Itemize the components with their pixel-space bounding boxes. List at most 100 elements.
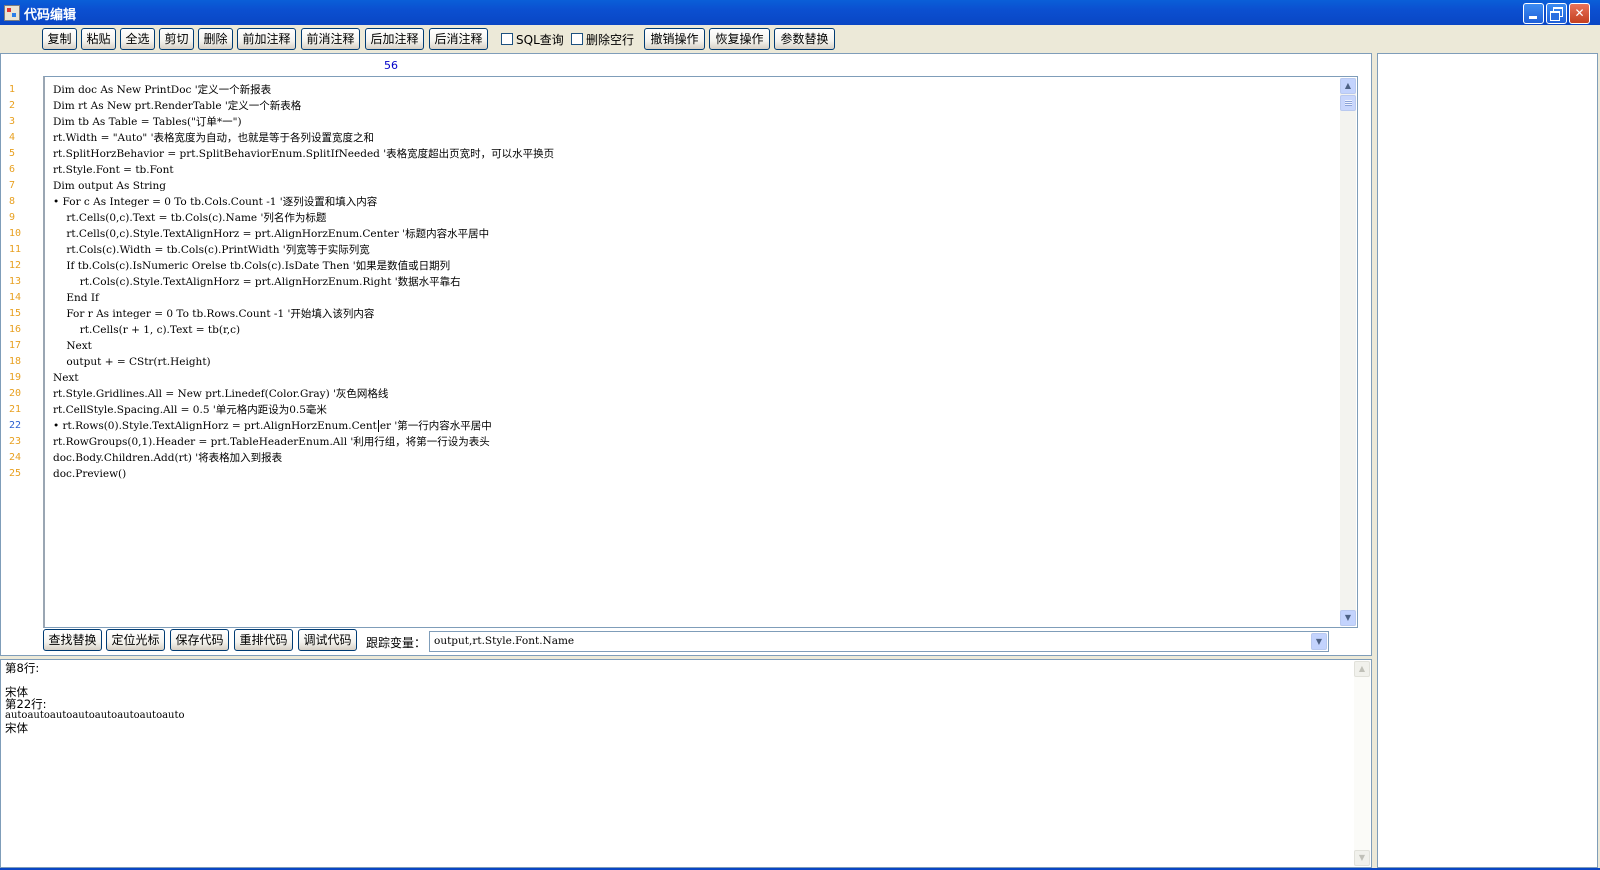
editor-bottom-bar: 查找替换 定位光标 保存代码 重排代码 调试代码 跟踪变量： output,rt… [1,627,1371,655]
track-variable-label: 跟踪变量： [366,636,427,650]
select-all-button[interactable]: 全选 [120,28,155,50]
line-number: 19 [9,372,22,383]
code-line[interactable]: Next [53,338,1303,354]
line-number: 18 [9,356,22,367]
code-line[interactable]: Next [53,370,1303,386]
line-number: 17 [9,340,22,351]
code-line[interactable]: rt.Cells(0,c).Text = tb.Cols(c).Name '列名… [53,210,1303,226]
code-line[interactable]: rt.Style.Font = tb.Font [53,162,1303,178]
scroll-down-icon[interactable]: ▼ [1354,850,1370,866]
output-text: 第8行: 宋体 第22行: autoautoautoautoautoautoau… [5,662,185,734]
scroll-up-icon[interactable]: ▲ [1354,661,1370,677]
code-line[interactable]: Dim doc As New PrintDoc '定义一个新报表 [53,82,1303,98]
scroll-up-icon[interactable]: ▲ [1340,78,1356,94]
delete-blank-lines-label: 删除空行 [586,33,635,47]
code-line[interactable]: • rt.Rows(0).Style.TextAlignHorz = prt.A… [53,418,1303,434]
save-code-button[interactable]: 保存代码 [170,629,229,651]
find-replace-button[interactable]: 查找替换 [43,629,102,651]
output-line: 第8行: [5,661,40,675]
line-number: 8 [9,196,16,207]
code-line[interactable]: rt.Width = "Auto" '表格宽度为自动，也就是等于各列设置宽度之和 [53,130,1303,146]
line-number: 13 [9,276,22,287]
output-line: autoautoautoautoautoautoautoauto [5,710,185,721]
chevron-down-icon[interactable]: ▼ [1311,633,1327,650]
delete-button[interactable]: 删除 [198,28,233,50]
code-line[interactable]: doc.Preview() [53,466,1303,482]
code-line[interactable]: rt.Cells(r + 1, c).Text = tb(r,c) [53,322,1303,338]
delete-blank-lines-checkbox[interactable] [571,33,583,45]
output-panel: 第8行: 宋体 第22行: autoautoautoautoautoautoau… [0,659,1372,868]
restore-button[interactable] [1546,3,1567,24]
line-number: 10 [9,228,22,239]
paste-button[interactable]: 粘贴 [81,28,116,50]
code-line[interactable]: rt.SplitHorzBehavior = prt.SplitBehavior… [53,146,1303,162]
code-line[interactable]: rt.Style.Gridlines.All = New prt.Linedef… [53,386,1303,402]
line-number: 21 [9,404,22,415]
code-line[interactable]: Dim rt As New prt.RenderTable '定义一个新表格 [53,98,1303,114]
code-line[interactable]: For r As integer = 0 To tb.Rows.Count -1… [53,306,1303,322]
parameter-replace-button[interactable]: 参数替换 [774,28,835,50]
line-number: 6 [9,164,16,175]
redo-button[interactable]: 恢复操作 [709,28,770,50]
code-text[interactable]: Dim doc As New PrintDoc '定义一个新报表 Dim rt A… [53,82,1303,482]
remove-append-comment-button[interactable]: 后消注释 [429,28,488,50]
editor-panel: 56 1 2 3 4 5 6 7 8 9 10 11 12 13 14 15 16 17 18 19 20 21 22 23… [0,53,1372,656]
app-icon [4,5,20,21]
text-caret [377,420,379,432]
copy-button[interactable]: 复制 [42,28,77,50]
track-variable-combobox[interactable]: output,rt.Style.Font.Name ▼ [429,631,1329,652]
title-bar: 代码编辑 ✕ [0,0,1600,25]
line-number: 2 [9,100,16,111]
line-number: 16 [9,324,22,335]
code-line-text: • rt.Rows(0).Style.TextAlignHorz = prt.A… [53,420,377,432]
line-number-gutter: 1 2 3 4 5 6 7 8 9 10 11 12 13 14 15 16 17 18 19 20 21 22 23 24 2… [9,82,39,482]
cursor-position-indicator: 56 [384,59,398,72]
code-line[interactable]: If tb.Cols(c).IsNumeric Orelse tb.Cols(c… [53,258,1303,274]
output-line: 宋体 [5,721,28,735]
sql-query-checkbox[interactable] [501,33,513,45]
code-line[interactable]: doc.Body.Children.Add(rt) '将表格加入到报表 [53,450,1303,466]
line-number: 23 [9,436,22,447]
line-number: 11 [9,244,22,255]
line-number: 24 [9,452,22,463]
editor-vertical-scrollbar[interactable]: ▲ ▼ [1340,78,1356,626]
code-line[interactable]: End If [53,290,1303,306]
code-line[interactable]: Dim tb As Table = Tables("订单*一") [53,114,1303,130]
code-line-text: er '第一行内容水平居中 [379,420,492,432]
code-line[interactable]: rt.RowGroups(0,1).Header = prt.TableHead… [53,434,1303,450]
code-line[interactable]: Dim output As String [53,178,1303,194]
close-button[interactable]: ✕ [1569,3,1590,24]
scroll-down-icon[interactable]: ▼ [1340,610,1356,626]
track-variable-value: output,rt.Style.Font.Name [434,635,575,647]
scroll-thumb[interactable] [1340,95,1356,111]
line-number: 22 [9,420,22,431]
debug-code-button[interactable]: 调试代码 [298,629,357,651]
line-number: 20 [9,388,22,399]
line-number: 1 [9,84,16,95]
line-number: 9 [9,212,16,223]
code-line[interactable]: output + = CStr(rt.Height) [53,354,1303,370]
prepend-comment-button[interactable]: 前加注释 [237,28,296,50]
line-number: 4 [9,132,16,143]
code-line[interactable]: rt.Cols(c).Width = tb.Cols(c).PrintWidth… [53,242,1303,258]
code-line[interactable]: • For c As Integer = 0 To tb.Cols.Count … [53,194,1303,210]
window-title: 代码编辑 [24,8,77,23]
line-number: 12 [9,260,22,271]
line-number: 25 [9,468,22,479]
append-comment-button[interactable]: 后加注释 [365,28,424,50]
undo-button[interactable]: 撤销操作 [644,28,705,50]
code-line[interactable]: rt.Cells(0,c).Style.TextAlignHorz = prt.… [53,226,1303,242]
minimize-button[interactable] [1523,3,1544,24]
output-vertical-scrollbar[interactable]: ▲ ▼ [1354,661,1370,866]
cut-button[interactable]: 剪切 [159,28,194,50]
code-line[interactable]: rt.Cols(c).Style.TextAlignHorz = prt.Ali… [53,274,1303,290]
line-number: 14 [9,292,22,303]
toolbar: 复制 粘贴 全选 剪切 删除 前加注释 前消注释 后加注释 后消注释 SQL查询… [0,25,1600,53]
right-side-panel [1377,53,1598,868]
minimize-icon [1529,16,1537,19]
remove-prepend-comment-button[interactable]: 前消注释 [301,28,360,50]
code-line[interactable]: rt.CellStyle.Spacing.All = 0.5 '单元格内距设为0… [53,402,1303,418]
locate-cursor-button[interactable]: 定位光标 [106,629,165,651]
reformat-code-button[interactable]: 重排代码 [234,629,293,651]
